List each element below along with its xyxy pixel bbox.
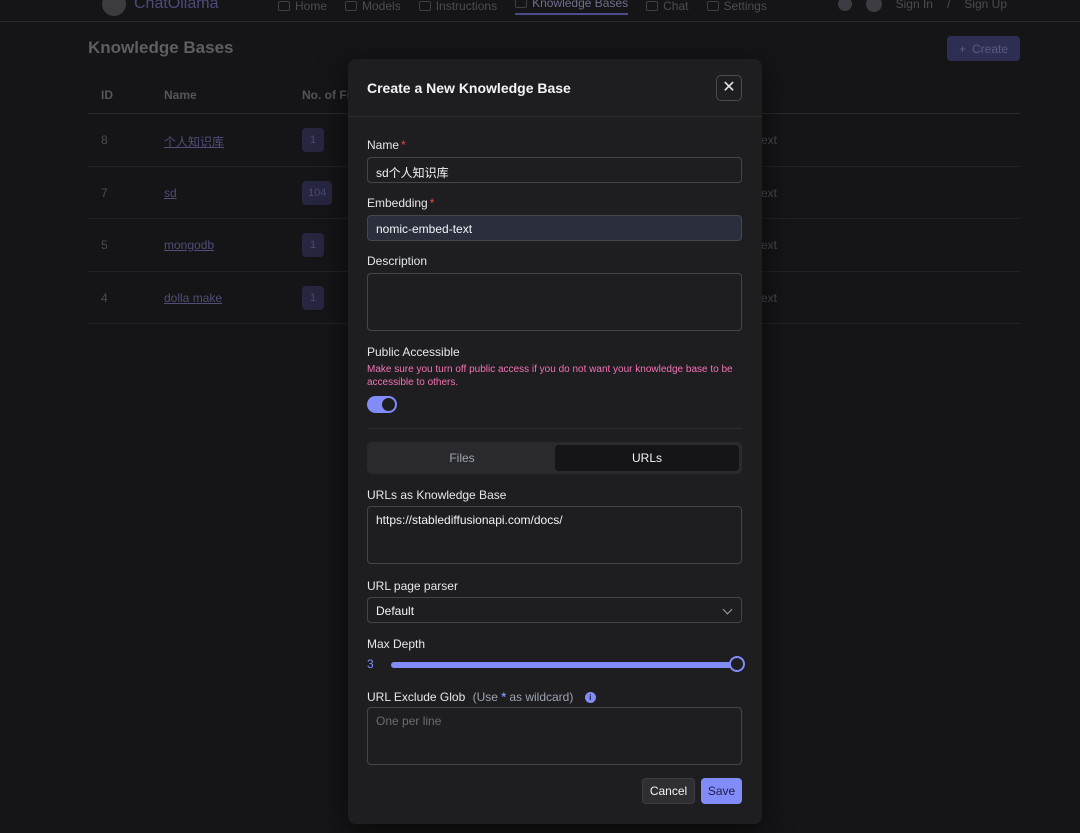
book-icon xyxy=(515,0,528,8)
row-name-link[interactable]: mongodb xyxy=(164,238,214,252)
close-icon: ✕ xyxy=(722,79,736,96)
cancel-button[interactable]: Cancel xyxy=(642,778,695,804)
required-marker: * xyxy=(429,196,435,210)
row-file-count: 1 xyxy=(302,233,324,257)
row-id: 4 xyxy=(101,290,108,305)
row-name-link[interactable]: dolla make xyxy=(164,291,222,305)
row-id: 5 xyxy=(101,238,108,252)
parser-selected-value: Default xyxy=(376,604,415,618)
home-icon xyxy=(278,0,290,11)
tab-urls[interactable]: URLs xyxy=(555,445,739,471)
nav-separator: / xyxy=(946,0,951,11)
exclude-glob-label: URL Exclude Glob (Use * as wildcard) i xyxy=(367,690,596,704)
nav-settings[interactable]: Settings xyxy=(706,0,767,15)
brand[interactable]: ChatOllama xyxy=(102,0,218,16)
row-embedding: ext xyxy=(761,133,778,147)
public-accessible-label: Public Accessible xyxy=(367,345,460,359)
row-embedding: ext xyxy=(761,185,778,200)
plus-icon: + xyxy=(958,41,966,56)
header-files: No. of Fi xyxy=(302,88,350,102)
required-marker: * xyxy=(401,138,406,152)
urls-label: URLs as Knowledge Base xyxy=(367,488,507,502)
exclude-glob-placeholder: One per line xyxy=(376,714,442,728)
terminal-icon xyxy=(418,0,431,11)
name-label: Name * xyxy=(367,138,406,152)
header-id: ID xyxy=(101,88,113,102)
gear-icon xyxy=(706,0,719,11)
brand-name: ChatOllama xyxy=(134,0,219,12)
toggle-knob xyxy=(382,398,395,411)
github-icon[interactable] xyxy=(865,0,882,12)
header-name: Name xyxy=(164,88,197,102)
create-button[interactable]: + Create xyxy=(947,36,1020,61)
nav-home[interactable]: Home xyxy=(278,0,327,15)
row-id: 7 xyxy=(101,185,108,200)
wildcard-symbol: * xyxy=(501,690,506,704)
name-input[interactable]: sd个人知识库 xyxy=(367,157,742,183)
max-depth-value: 3 xyxy=(367,657,374,671)
row-name-link[interactable]: sd xyxy=(164,186,177,200)
exclude-glob-textarea[interactable]: One per line xyxy=(367,707,742,765)
parser-label: URL page parser xyxy=(367,579,458,593)
parser-select[interactable]: Default xyxy=(367,597,742,623)
ollama-logo-icon xyxy=(102,0,126,16)
chevron-down-icon xyxy=(722,604,733,615)
exclude-glob-subtitle: (Use * as wildcard) xyxy=(472,690,574,704)
source-tabs: Files URLs xyxy=(367,442,742,474)
moon-icon[interactable] xyxy=(837,0,852,11)
row-id: 8 xyxy=(101,133,108,147)
sign-up-link[interactable]: Sign Up xyxy=(964,0,1007,11)
box-icon xyxy=(345,0,358,11)
nav-instructions[interactable]: Instructions xyxy=(418,0,497,15)
description-label: Description xyxy=(367,254,428,268)
row-file-count: 104 xyxy=(302,180,333,205)
page-title: Knowledge Bases xyxy=(88,38,234,57)
nav-models[interactable]: Models xyxy=(345,0,401,15)
modal-header: Create a New Knowledge Base ✕ xyxy=(348,59,762,117)
divider xyxy=(367,428,742,429)
create-knowledge-base-modal: Create a New Knowledge Base ✕ Name * sd个人… xyxy=(348,59,762,824)
public-access-hint: Make sure you turn off public access if … xyxy=(367,364,733,388)
row-file-count: 1 xyxy=(302,285,324,310)
row-embedding: ext xyxy=(761,238,778,252)
sign-in-link[interactable]: Sign In xyxy=(896,0,933,11)
chat-icon xyxy=(646,0,659,11)
description-textarea[interactable] xyxy=(367,273,742,331)
max-depth-label: Max Depth xyxy=(367,637,426,651)
embedding-label: Embedding * xyxy=(367,196,435,210)
slider-thumb[interactable] xyxy=(729,656,745,672)
row-name-link[interactable]: 个人知识库 xyxy=(164,133,224,150)
embedding-select[interactable]: nomic-embed-text xyxy=(367,215,742,241)
urls-textarea[interactable]: https://stablediffusionapi.com/docs/ xyxy=(367,506,742,564)
top-nav: ChatOllama Home Models Instructions Know… xyxy=(0,0,1080,22)
close-button[interactable]: ✕ xyxy=(716,75,742,101)
public-access-toggle[interactable] xyxy=(367,396,397,413)
nav-knowledge-bases[interactable]: Knowledge Bases xyxy=(515,0,629,15)
save-button[interactable]: Save xyxy=(701,778,742,804)
tab-files[interactable]: Files xyxy=(370,445,554,471)
modal-title: Create a New Knowledge Base xyxy=(367,80,571,96)
nav-chat[interactable]: Chat xyxy=(646,0,689,15)
row-file-count: 1 xyxy=(302,128,324,152)
slider-fill xyxy=(391,662,737,668)
row-embedding: ext xyxy=(761,290,778,305)
max-depth-slider[interactable] xyxy=(391,662,737,668)
info-icon[interactable]: i xyxy=(584,692,596,703)
